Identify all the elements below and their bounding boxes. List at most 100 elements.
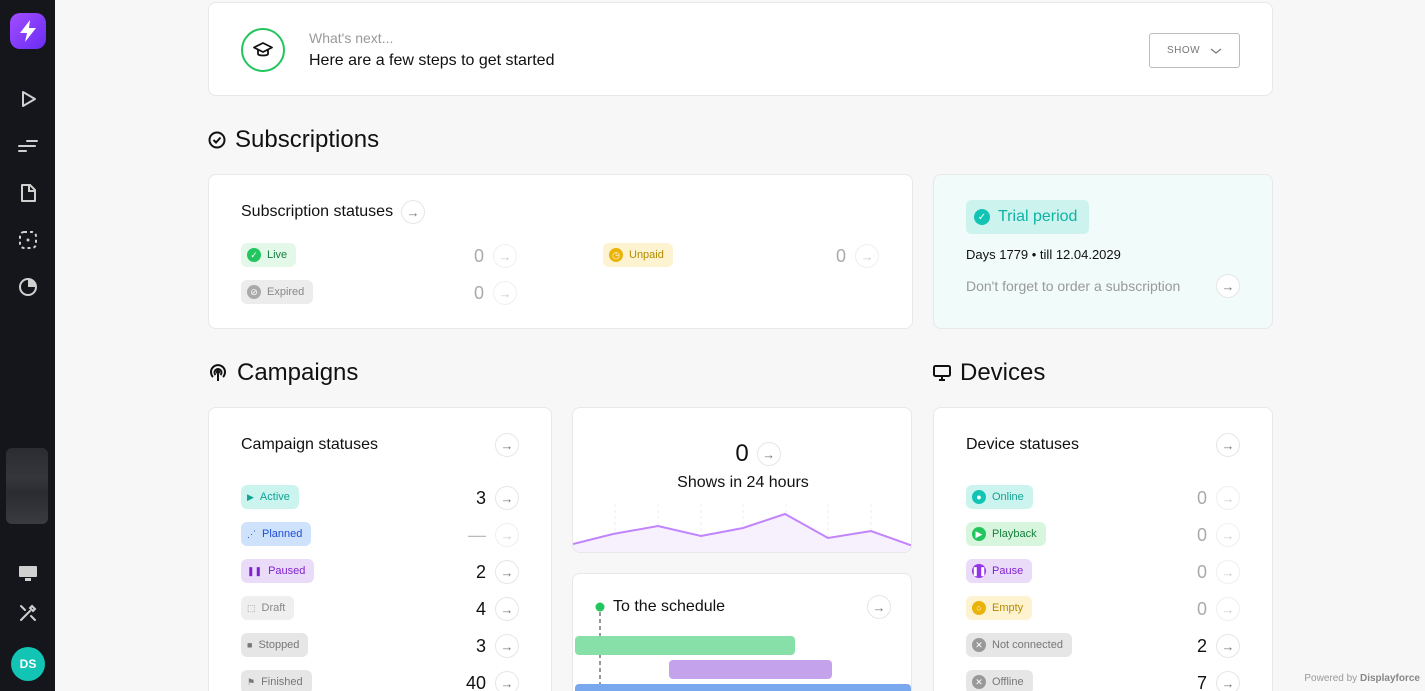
subscriptions-section-title: Subscriptions xyxy=(208,126,379,154)
stop-icon: ■ xyxy=(247,640,253,650)
monitor-icon[interactable] xyxy=(16,561,40,585)
arrow-right-icon[interactable]: → xyxy=(1216,671,1240,691)
bolt-logo-icon[interactable] xyxy=(10,13,46,49)
arrow-right-icon[interactable]: → xyxy=(495,433,519,457)
status-badge-paused[interactable]: ❚❚ Paused xyxy=(241,559,315,583)
offline-count: 7 xyxy=(1196,673,1207,691)
arrow-right-icon[interactable]: → xyxy=(1216,634,1240,658)
active-count: 3 xyxy=(475,488,486,508)
sidebar: DS xyxy=(0,0,55,691)
check-icon: ✓ xyxy=(974,209,990,225)
flag-icon: ⚑ xyxy=(247,676,256,687)
schedule-link-label[interactable]: To the schedule xyxy=(613,598,725,616)
file-icon[interactable] xyxy=(16,181,40,205)
schedule-bar-purple xyxy=(669,660,832,679)
dots-icon: ⋰ xyxy=(247,528,256,539)
arrow-right-icon[interactable]: → xyxy=(495,560,519,584)
pie-chart-icon[interactable] xyxy=(16,275,40,299)
playback-count: 0 xyxy=(1196,525,1207,545)
x-circle-icon: ✕ xyxy=(972,638,986,652)
play-icon[interactable] xyxy=(16,87,40,111)
status-badge-not-connected[interactable]: ✕ Not connected xyxy=(966,633,1072,657)
pause-count: 0 xyxy=(1196,562,1207,582)
arrow-right-icon[interactable]: → xyxy=(1216,274,1240,298)
status-badge-stopped[interactable]: ■ Stopped xyxy=(241,633,309,657)
planned-count: — xyxy=(468,525,486,545)
schedule-bar-blue xyxy=(575,684,911,691)
show-button[interactable]: SHOW xyxy=(1149,33,1240,68)
paused-count: 2 xyxy=(475,562,486,582)
status-badge-empty[interactable]: ○ Empty xyxy=(966,596,1033,620)
status-badge-online[interactable]: ● Online xyxy=(966,485,1033,509)
shows-value-row: 0 → xyxy=(573,440,911,468)
arrow-right-icon[interactable]: → xyxy=(493,281,517,305)
monitor-icon xyxy=(933,365,951,381)
slash-circle-icon: ⊘ xyxy=(247,285,261,299)
dashed-square-icon[interactable] xyxy=(16,228,40,252)
device-statuses-title: Device statuses xyxy=(966,436,1079,453)
arrow-right-icon[interactable]: → xyxy=(1216,597,1240,621)
arrow-right-icon[interactable]: → xyxy=(1216,560,1240,584)
status-badge-offline[interactable]: ✕ Offline xyxy=(966,670,1033,691)
status-badge-pause[interactable]: ❚❚ Pause xyxy=(966,559,1033,583)
status-badge-draft[interactable]: ⬚ Draft xyxy=(241,596,295,620)
subscription-statuses-title[interactable]: Subscription statuses → xyxy=(241,200,426,224)
status-badge-live[interactable]: ✓ Live xyxy=(241,243,297,267)
arrow-right-icon[interactable]: → xyxy=(493,244,517,268)
graduation-cap-icon xyxy=(241,28,285,72)
campaign-statuses-card: Campaign statuses → ▶ Active 3 → ⋰ Plann… xyxy=(208,407,552,691)
subscription-statuses-card: Subscription statuses → ✓ Live 0 → ◷ Unp… xyxy=(208,174,913,329)
x-circle-icon: ✕ xyxy=(972,675,986,689)
status-badge-playback[interactable]: ▶ Playback xyxy=(966,522,1046,546)
stopped-count: 3 xyxy=(475,636,486,656)
status-badge-finished[interactable]: ⚑ Finished xyxy=(241,670,312,691)
arrow-right-icon[interactable]: → xyxy=(1216,486,1240,510)
online-count: 0 xyxy=(1196,488,1207,508)
tools-icon[interactable] xyxy=(16,601,40,625)
schedule-bar-green xyxy=(575,636,795,655)
arrow-right-icon[interactable]: → xyxy=(756,442,781,466)
arrow-right-icon[interactable]: → xyxy=(401,200,426,224)
trial-period-card: ✓ Trial period Days 1779 • till 12.04.20… xyxy=(933,174,1273,329)
arrow-right-icon[interactable]: → xyxy=(495,523,519,547)
dashed-square-icon: ⬚ xyxy=(247,602,256,613)
whats-next-card: What's next... Here are a few steps to g… xyxy=(208,2,1273,96)
clock-icon: ◷ xyxy=(609,248,623,262)
avatar[interactable]: DS xyxy=(11,647,45,681)
play-icon: ▶ xyxy=(247,491,254,502)
shows-count: 0 xyxy=(735,440,749,467)
device-statuses-card: Device statuses → ● Online 0 → ▶ Playbac… xyxy=(933,407,1273,691)
status-badge-planned[interactable]: ⋰ Planned xyxy=(241,522,312,546)
shows-label: Shows in 24 hours xyxy=(677,474,809,491)
shows-sparkline xyxy=(573,504,911,552)
arrow-right-icon[interactable]: → xyxy=(495,597,519,621)
finished-count: 40 xyxy=(465,673,486,691)
whats-next-title: Here are a few steps to get started xyxy=(309,52,555,69)
arrow-right-icon[interactable]: → xyxy=(1216,523,1240,547)
live-count: 0 xyxy=(473,246,484,266)
campaigns-section-title: Campaigns xyxy=(208,359,358,387)
pause-icon: ❚❚ xyxy=(971,564,987,578)
status-badge-unpaid[interactable]: ◷ Unpaid xyxy=(603,243,673,267)
broadcast-icon xyxy=(210,364,226,381)
status-badge-active[interactable]: ▶ Active xyxy=(241,485,299,509)
trial-reminder: Don't forget to order a subscription xyxy=(966,278,1181,294)
arrow-right-icon[interactable]: → xyxy=(1216,433,1240,457)
arrow-right-icon[interactable]: → xyxy=(495,634,519,658)
blurred-menu-items xyxy=(6,448,48,524)
arrow-right-icon[interactable]: → xyxy=(495,486,519,510)
powered-by: Powered by Displayforce xyxy=(1304,673,1420,684)
status-badge-expired[interactable]: ⊘ Expired xyxy=(241,280,314,304)
devices-section-title: Devices xyxy=(933,359,1045,387)
arrow-right-icon[interactable]: → xyxy=(867,595,891,619)
check-circle-icon xyxy=(208,131,226,149)
check-icon: ✓ xyxy=(247,248,261,262)
shows-24h-card: 0 → Shows in 24 hours xyxy=(572,407,912,553)
list-icon[interactable] xyxy=(16,134,40,158)
pause-icon: ❚❚ xyxy=(247,565,263,576)
expired-count: 0 xyxy=(473,283,484,303)
play-icon: ▶ xyxy=(972,527,986,541)
arrow-right-icon[interactable]: → xyxy=(495,671,519,691)
powered-by-brand[interactable]: Displayforce xyxy=(1360,673,1420,684)
arrow-right-icon[interactable]: → xyxy=(855,244,879,268)
